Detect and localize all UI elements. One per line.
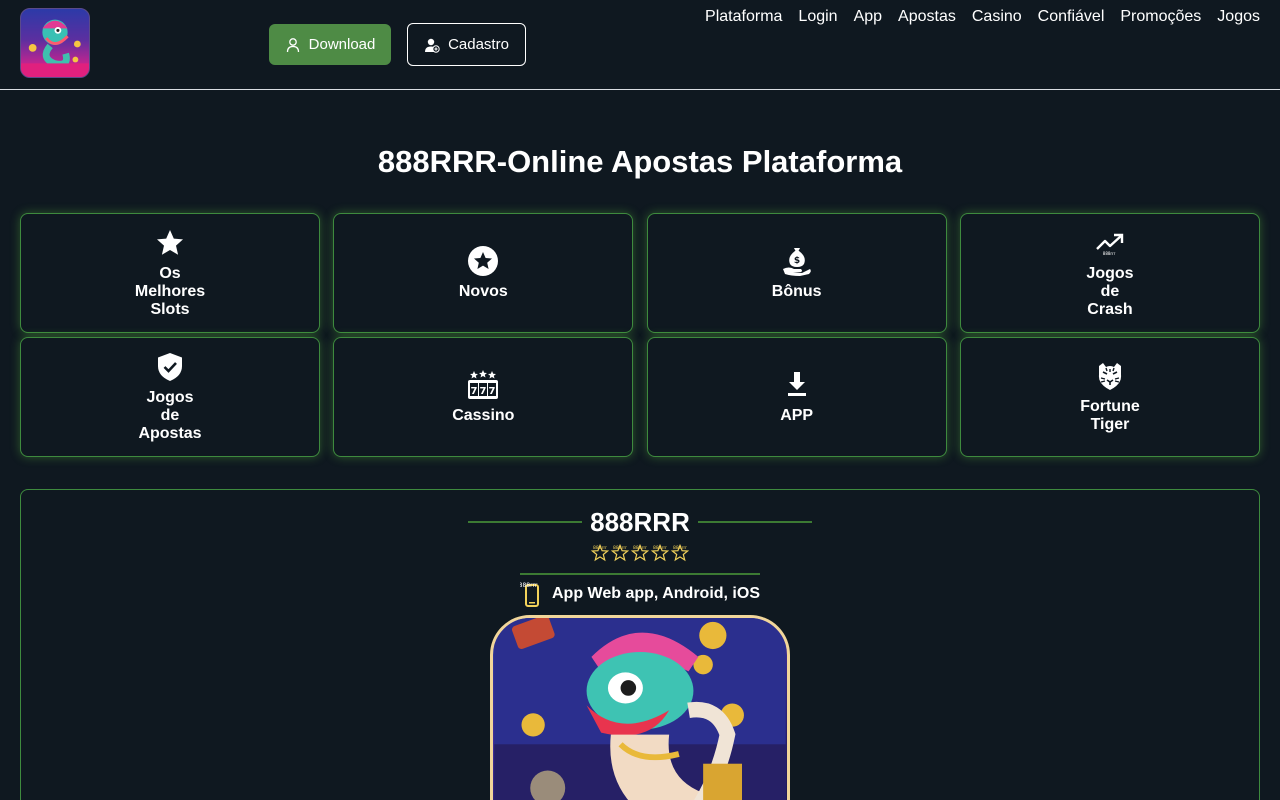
star-outline-icon: 888rrr: [670, 543, 690, 563]
star-outline-icon: 888rrr: [610, 543, 630, 563]
site-logo[interactable]: [20, 8, 90, 78]
svg-text:$: $: [794, 256, 800, 266]
user-icon: [285, 37, 301, 53]
category-label: Cassino: [452, 407, 515, 424]
category-card-jogos-de-crash[interactable]: 888rrr Jogos de Crash: [959, 213, 1260, 333]
star-icon: [154, 227, 186, 259]
star-outline-icon: 888rrr: [650, 543, 670, 563]
platforms-text: App Web app, Android, iOS: [552, 585, 760, 602]
download-label: Download: [308, 36, 376, 53]
slot-777-icon: 777: [467, 369, 499, 401]
page-title: 888RRR-Online Apostas Plataforma: [377, 144, 903, 179]
tiger-icon: [1094, 360, 1126, 392]
shield-check-icon: [154, 351, 186, 383]
app-name-row: 888RRR: [468, 507, 812, 537]
category-card-os-melhores-slots[interactable]: Os Melhores Slots: [20, 213, 320, 333]
svg-text:888rrr: 888rrr: [673, 545, 687, 551]
category-label: Bônus: [771, 283, 822, 300]
app-name: 888RRR: [590, 507, 690, 537]
star-circle-icon: [467, 245, 499, 277]
category-card-app[interactable]: APP: [646, 337, 947, 457]
category-label: Jogos de Apostas: [138, 389, 202, 442]
download-button[interactable]: Download: [269, 24, 391, 65]
category-card-bonus[interactable]: $ Bônus: [646, 213, 947, 333]
category-label: APP: [780, 407, 814, 424]
star-outline-icon: 888rrr: [590, 543, 610, 563]
cadastro-button[interactable]: Cadastro: [407, 23, 526, 66]
phone-icon: 888rrr: [520, 581, 544, 607]
download-icon: [781, 369, 813, 401]
cadastro-label: Cadastro: [448, 36, 509, 53]
nav-item-casino[interactable]: Casino: [972, 7, 1022, 27]
category-label: Novos: [458, 283, 508, 300]
snake-mascot-illustration: [494, 618, 786, 800]
money-bag-hand-icon: $: [781, 245, 813, 277]
trending-up-icon: 888rrr: [1094, 227, 1126, 259]
svg-text:7: 7: [471, 386, 478, 397]
platforms-row: 888rrr App Web app, Android, iOS: [520, 581, 760, 607]
category-label: Os Melhores Slots: [134, 265, 206, 318]
category-label: Fortune Tiger: [1080, 398, 1140, 433]
nav-item-app[interactable]: App: [854, 7, 882, 27]
category-card-jogos-de-apostas[interactable]: Jogos de Apostas: [20, 337, 320, 457]
category-card-novos[interactable]: Novos: [333, 213, 634, 333]
divider-left: [468, 521, 583, 523]
nav-item-promocoes[interactable]: Promoções: [1120, 7, 1201, 27]
divider-right: [697, 521, 812, 523]
site-header: Download Cadastro Plataforma Login App A…: [0, 0, 1280, 90]
nav-item-jogos[interactable]: Jogos: [1217, 7, 1260, 27]
nav-item-plataforma[interactable]: Plataforma: [705, 7, 782, 27]
platforms-divider: [520, 573, 760, 575]
svg-text:7: 7: [489, 386, 496, 397]
svg-text:888rrr: 888rrr: [520, 582, 538, 589]
svg-text:888rrr: 888rrr: [653, 545, 667, 551]
svg-text:888rrr: 888rrr: [633, 545, 647, 551]
nav-item-login[interactable]: Login: [798, 7, 837, 27]
svg-text:7: 7: [480, 386, 487, 397]
nav-item-confiavel[interactable]: Confiável: [1038, 7, 1105, 27]
category-grid: Os Melhores Slots Novos $ Bônus 888rrr J…: [20, 213, 1260, 457]
star-outline-icon: 888rrr: [630, 543, 650, 563]
svg-text:888rrr: 888rrr: [613, 545, 627, 551]
category-card-fortune-tiger[interactable]: Fortune Tiger: [959, 337, 1260, 457]
category-label: Jogos de Crash: [1086, 265, 1134, 318]
snake-mascot-logo-icon: [21, 19, 89, 77]
rating-stars: 888rrr 888rrr 888rrr 888rrr 888rrr: [590, 543, 690, 563]
user-add-icon: [424, 37, 440, 53]
app-promo-image: [490, 615, 790, 800]
category-card-cassino[interactable]: 777 Cassino: [333, 337, 634, 457]
svg-text:888rrr: 888rrr: [1103, 251, 1116, 256]
svg-text:888rrr: 888rrr: [593, 545, 607, 551]
main-nav: Plataforma Login App Apostas Casino Conf…: [705, 7, 1260, 27]
nav-item-apostas[interactable]: Apostas: [898, 7, 956, 27]
